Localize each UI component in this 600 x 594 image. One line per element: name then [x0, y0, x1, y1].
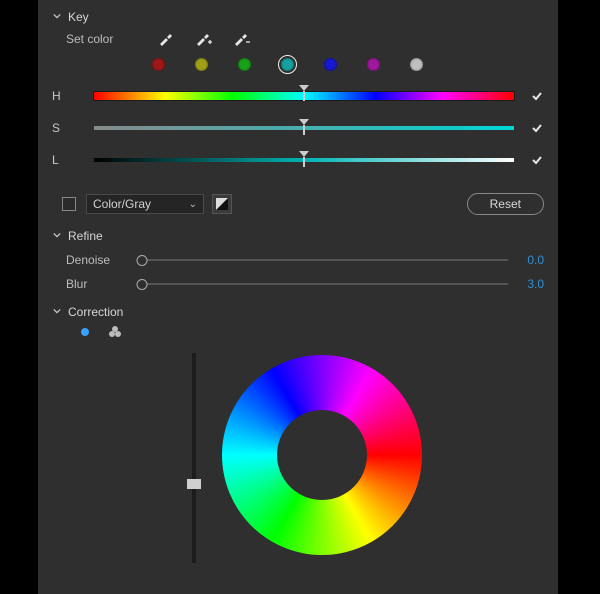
eyedropper-group: [156, 30, 250, 48]
color-gray-checkbox[interactable]: [62, 197, 76, 211]
blur-value[interactable]: 3.0: [518, 277, 544, 291]
correction-section-title: Correction: [68, 305, 123, 319]
saturation-check-icon[interactable]: [530, 121, 544, 135]
hue-label: H: [52, 89, 94, 103]
hue-slider[interactable]: [94, 92, 514, 100]
key-section-header[interactable]: Key: [52, 10, 544, 24]
wheel-lightness-slider[interactable]: [192, 353, 196, 563]
swatch-blue[interactable]: [324, 58, 337, 71]
correction-section-header[interactable]: Correction: [52, 305, 544, 319]
swatch-red[interactable]: [152, 58, 165, 71]
chevron-down-icon: [52, 230, 62, 240]
saturation-label: S: [52, 121, 94, 135]
key-section-title: Key: [68, 10, 89, 24]
color-gray-dropdown-value: Color/Gray: [93, 197, 151, 211]
saturation-slider[interactable]: [94, 126, 514, 130]
set-color-label: Set color: [66, 32, 138, 46]
contrast-swatch-icon[interactable]: [212, 194, 232, 214]
swatch-cyan[interactable]: [281, 58, 294, 71]
key-color-swatches: [152, 58, 544, 71]
swatch-gray[interactable]: [410, 58, 423, 71]
three-way-mode-icon[interactable]: [108, 325, 122, 339]
lightness-slider[interactable]: [94, 158, 514, 162]
blur-label: Blur: [66, 277, 136, 291]
color-wheel-center: [277, 410, 367, 500]
reset-button[interactable]: Reset: [467, 193, 544, 215]
denoise-slider[interactable]: [142, 259, 508, 261]
chevron-down-icon: ⌄: [189, 199, 197, 210]
eyedropper-add-icon[interactable]: [194, 30, 212, 48]
color-gray-dropdown[interactable]: Color/Gray ⌄: [86, 194, 204, 214]
blur-slider[interactable]: [142, 283, 508, 285]
color-wheel-area: [52, 353, 544, 583]
denoise-value[interactable]: 0.0: [518, 253, 544, 267]
refine-section-header[interactable]: Refine: [52, 229, 544, 243]
refine-section-title: Refine: [68, 229, 103, 243]
single-color-mode-icon[interactable]: [78, 325, 92, 339]
hue-check-icon[interactable]: [530, 89, 544, 103]
chevron-down-icon: [52, 306, 62, 316]
lightness-label: L: [52, 153, 94, 167]
swatch-green[interactable]: [238, 58, 251, 71]
lightness-check-icon[interactable]: [530, 153, 544, 167]
eyedropper-icon[interactable]: [156, 30, 174, 48]
swatch-magenta[interactable]: [367, 58, 380, 71]
swatch-yellow[interactable]: [195, 58, 208, 71]
denoise-label: Denoise: [66, 253, 136, 267]
eyedropper-subtract-icon[interactable]: [232, 30, 250, 48]
color-wheel[interactable]: [222, 355, 422, 555]
effects-panel: Key Set color H: [38, 0, 558, 594]
chevron-down-icon: [52, 11, 62, 21]
